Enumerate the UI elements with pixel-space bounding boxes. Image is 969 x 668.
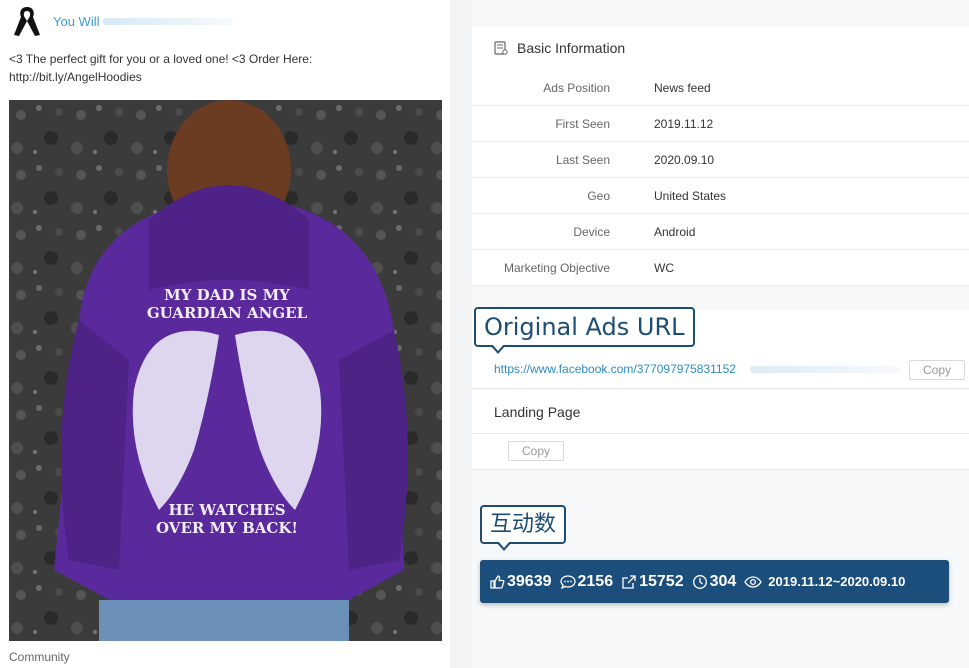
shares-stat: 15752	[621, 573, 684, 591]
print-line-2: GUARDIAN ANGEL	[147, 304, 308, 322]
callout-text: 互动数	[490, 512, 557, 537]
info-row-marketing-objective: Marketing Objective WC	[472, 250, 969, 286]
thumbs-up-icon	[490, 574, 505, 589]
eye-icon	[744, 575, 763, 588]
info-row-last-seen: Last Seen 2020.09.10	[472, 142, 969, 178]
post-footer: Community	[9, 650, 70, 664]
interaction-stats-bar: 39639 2156 15752 304 2019.11.12~2020.09.…	[480, 560, 949, 603]
info-label: Ads Position	[543, 80, 610, 95]
days-stat: 304	[692, 572, 737, 591]
info-row-ads-position: Ads Position News feed	[472, 70, 969, 106]
print-line-4: OVER MY BACK!	[156, 519, 298, 537]
blurred-url-suffix	[750, 366, 900, 373]
basic-info-table: Ads Position News feed First Seen 2019.1…	[472, 70, 969, 286]
days-count: 304	[709, 572, 737, 590]
page-name-link[interactable]: You Will	[53, 14, 99, 29]
share-icon	[622, 574, 636, 589]
shares-count: 15752	[639, 572, 684, 590]
info-list-icon	[494, 41, 508, 55]
ad-post: You Will <3 The perfect gift for you or …	[0, 0, 450, 668]
info-value: 2019.11.12	[654, 116, 714, 131]
info-value: United States	[654, 188, 727, 203]
info-value: 2020.09.10	[654, 152, 715, 167]
landing-page-title: Landing Page	[494, 403, 581, 420]
info-value: WC	[654, 260, 674, 275]
comments-stat: 2156	[559, 572, 614, 591]
post-header: You Will	[10, 4, 234, 38]
info-row-geo: Geo United States	[472, 178, 969, 214]
date-range-stat: 2019.11.12~2020.09.10	[744, 574, 905, 590]
info-label: Device	[573, 224, 610, 239]
original-ad-url-link[interactable]: https://www.facebook.com/377097975831152	[494, 362, 736, 376]
date-range: 2019.11.12~2020.09.10	[768, 574, 906, 589]
likes-stat: 39639	[489, 573, 552, 591]
callout-text: Original Ads URL	[484, 313, 685, 341]
basic-info-title: Basic Information	[517, 40, 626, 56]
info-row-first-seen: First Seen 2019.11.12	[472, 106, 969, 142]
info-row-device: Device Android	[472, 214, 969, 250]
info-label: First Seen	[555, 116, 610, 131]
interactions-callout: 互动数	[480, 505, 567, 551]
info-label: Last Seen	[555, 152, 610, 167]
black-ribbon-icon	[10, 4, 44, 38]
ad-image[interactable]: MY DAD IS MY GUARDIAN ANGEL HE WATCHES O…	[9, 100, 442, 641]
comment-bubble-icon	[559, 574, 576, 589]
print-line-3: HE WATCHES	[168, 501, 285, 519]
clock-icon	[692, 574, 707, 589]
info-value: News feed	[654, 80, 711, 95]
info-label: Geo	[587, 188, 610, 203]
landing-page-row: Copy	[472, 434, 969, 470]
info-value: Android	[654, 224, 696, 239]
original-ads-url-callout: Original Ads URL	[474, 307, 695, 354]
info-label: Marketing Objective	[503, 260, 610, 275]
comments-count: 2156	[577, 572, 614, 590]
print-line-1: MY DAD IS MY	[164, 286, 290, 304]
landing-page-header: Landing Page	[472, 390, 969, 434]
blurred-name	[103, 17, 234, 25]
post-text: <3 The perfect gift for you or a loved o…	[9, 52, 313, 84]
panel-divider	[450, 0, 472, 668]
likes-count: 39639	[507, 572, 552, 590]
basic-info-header: Basic Information	[472, 26, 969, 71]
copy-landing-button[interactable]: Copy	[508, 441, 564, 461]
copy-url-button[interactable]: Copy	[909, 360, 965, 380]
